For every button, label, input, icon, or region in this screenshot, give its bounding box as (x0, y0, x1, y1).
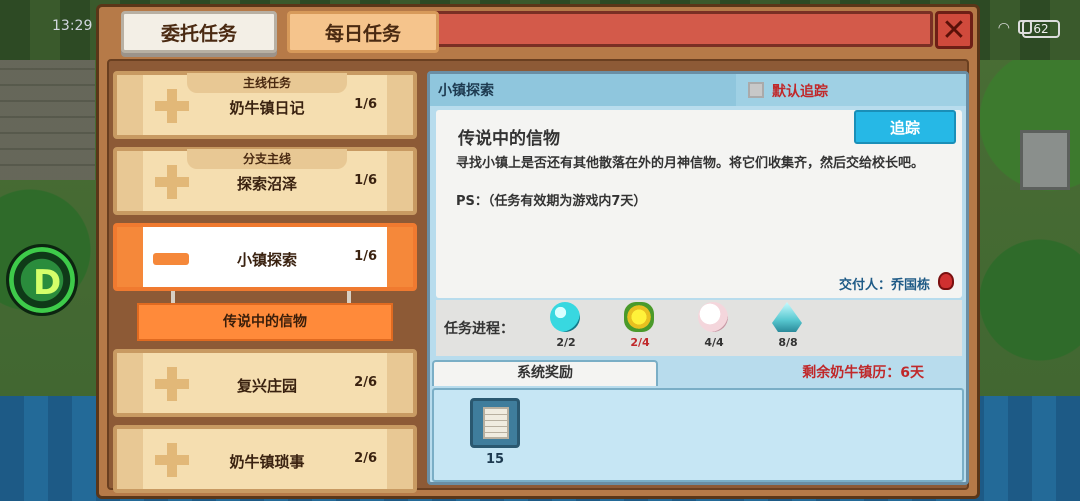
document-icon (483, 407, 509, 439)
default-track-toggle[interactable]: 默认追踪 (736, 74, 966, 106)
quest-progress: 2/6 (354, 451, 377, 466)
quest-item-town-exploration[interactable]: 小镇探索 1/6 (113, 223, 417, 291)
quest-progress: 1/6 (354, 173, 377, 188)
remaining-days: 剩余奶牛镇历：6天 (802, 365, 924, 381)
default-track-checkbox[interactable] (748, 82, 764, 98)
quest-item-explore-swamp[interactable]: 分支主线 探索沼泽 1/6 (113, 147, 417, 215)
quest-item-town-chores[interactable]: 奶牛镇琐事 2/6 (113, 425, 417, 493)
side-menu-button[interactable]: D (6, 244, 78, 316)
item-count: 8/8 (778, 336, 798, 349)
cyan-orb-icon (550, 302, 580, 332)
detail-header-title: 小镇探索 (438, 83, 494, 99)
giver-marker-icon (938, 272, 954, 290)
quest-giver: 交付人：乔国栋 (838, 278, 930, 293)
quest-name: 探索沼泽 (236, 175, 297, 193)
reward-area: 15 (432, 388, 964, 482)
progress-item[interactable]: 2/2 (546, 302, 586, 354)
tab-commission[interactable]: 委托任务 (121, 11, 277, 53)
close-icon: ✕ (941, 12, 967, 48)
quest-title: 传说中的信物 (458, 129, 560, 149)
subquest-connector (171, 291, 351, 303)
cotton-ball-icon (698, 302, 728, 332)
default-track-label: 默认追踪 (772, 84, 828, 100)
progress-item[interactable]: 2/4 (620, 302, 660, 354)
quest-description-card: 传说中的信物 追踪 寻找小镇上是否还有其他散落在外的月神信物。将它们收集齐，然后… (436, 110, 962, 298)
quest-name: 奶牛镇日记 (229, 99, 305, 117)
progress-item[interactable]: 8/8 (768, 302, 808, 354)
item-count: 2/4 (630, 336, 650, 349)
quest-progress: 2/6 (354, 375, 377, 390)
quest-description: 寻找小镇上是否还有其他散落在外的月神信物。将它们收集齐，然后交给校长吧。 (456, 156, 925, 171)
quest-name: 奶牛镇琐事 (229, 453, 305, 471)
stone-ruin (1020, 130, 1070, 190)
tab-daily[interactable]: 每日任务 (287, 11, 439, 53)
quest-category: 分支主线 (187, 149, 347, 169)
item-count: 4/4 (704, 336, 724, 349)
stone-wall (0, 60, 95, 180)
quest-item-cow-town-diary[interactable]: 主线任务 奶牛镇日记 1/6 (113, 71, 417, 139)
progress-item[interactable]: 4/4 (694, 302, 734, 354)
crystal-shard-icon (772, 302, 802, 332)
item-count: 2/2 (556, 336, 576, 349)
quest-list: 主线任务 奶牛镇日记 1/6 分支主线 探索沼泽 1/6 小镇探索 1/6 传说… (113, 71, 417, 497)
detail-header: 小镇探索 默认追踪 (430, 74, 966, 106)
quest-progress-row: 任务进程： 2/2 2/4 4/4 8/8 (436, 300, 962, 356)
quest-progress: 1/6 (354, 249, 377, 264)
quest-window: 委托任务 每日任务 ✕ 主线任务 奶牛镇日记 1/6 分支主线 探索沼泽 1/6… (96, 4, 980, 499)
quest-detail-panel: 小镇探索 默认追踪 传说中的信物 追踪 寻找小镇上是否还有其他散落在外的月神信物… (427, 71, 969, 485)
reward-count: 15 (485, 452, 505, 467)
yellow-flower-icon (624, 302, 654, 332)
progress-label: 任务进程： (444, 321, 514, 337)
status-clock: 13:29 (52, 18, 93, 34)
wifi-icon: ◠ (997, 20, 1010, 36)
quest-name: 复兴庄园 (236, 377, 297, 395)
close-button[interactable]: ✕ (935, 11, 973, 49)
gamepad-icon: D (33, 263, 62, 303)
track-button[interactable]: 追踪 (854, 110, 956, 144)
quest-item-revive-farm[interactable]: 复兴庄园 2/6 (113, 349, 417, 417)
quest-progress: 1/6 (354, 97, 377, 112)
quest-ps-note: PS：（任务有效期为游戏内7天） (456, 194, 647, 209)
reward-slot[interactable] (470, 398, 520, 448)
tab-system-reward[interactable]: 系统奖励 (432, 360, 658, 386)
quest-name: 小镇探索 (236, 251, 297, 269)
subquest-legendary-token[interactable]: 传说中的信物 (137, 303, 393, 341)
battery-indicator: 62 (1022, 20, 1060, 38)
quest-category: 主线任务 (187, 73, 347, 93)
